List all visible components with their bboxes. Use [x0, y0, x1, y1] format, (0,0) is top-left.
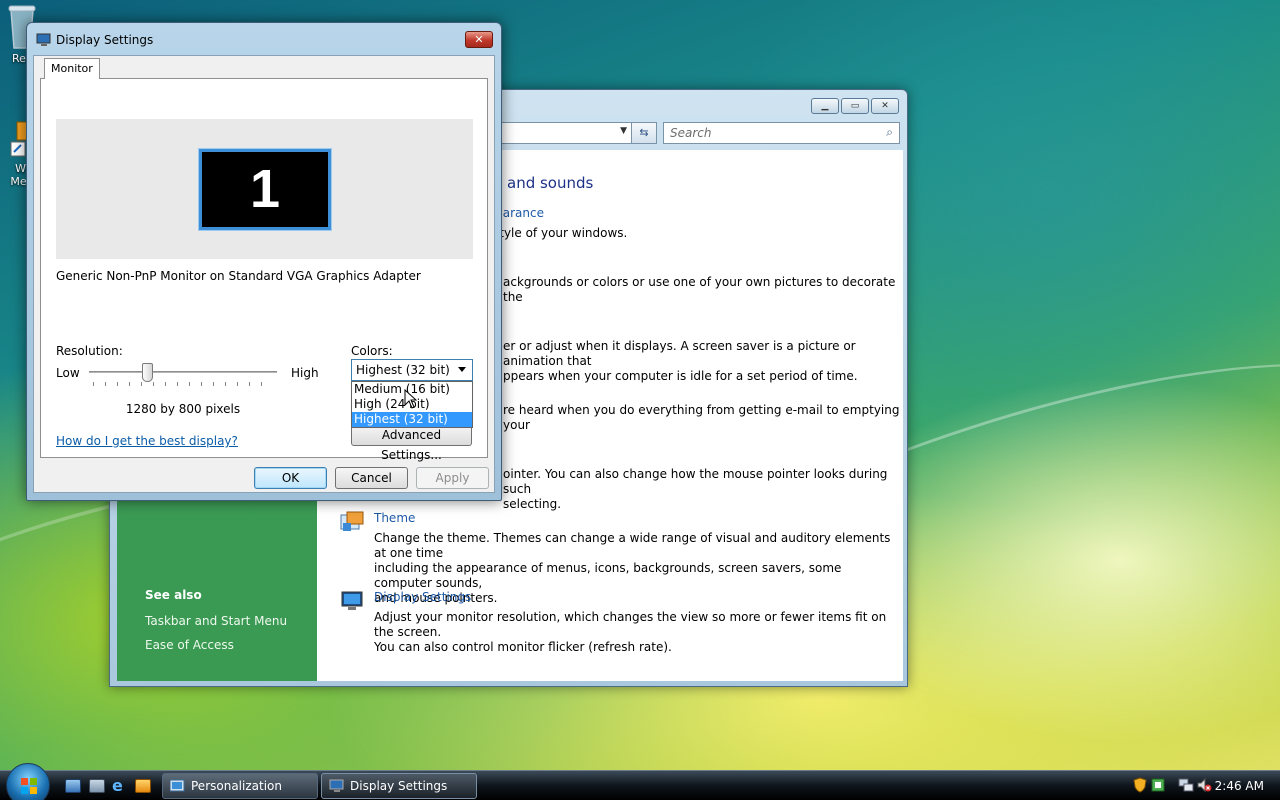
display-settings-dialog[interactable]: Display Settings ✕ Monitor 1 Generic Non…: [26, 22, 502, 501]
see-also-section: See also Taskbar and Start Menu Ease of …: [145, 588, 287, 662]
media-player-icon[interactable]: [135, 779, 151, 793]
security-shield-icon[interactable]: [1133, 777, 1147, 793]
help-link[interactable]: How do I get the best display?: [56, 434, 238, 448]
task-desc-screensaver: er or adjust when it displays. A screen …: [503, 339, 858, 383]
windows-logo-icon: [21, 778, 37, 794]
resolution-value: 1280 by 800 pixels: [125, 402, 241, 416]
colors-select-value: Highest (32 bit): [356, 363, 450, 377]
monitor-1-icon[interactable]: 1: [198, 148, 332, 231]
refresh-icon: ⇆: [639, 126, 649, 139]
monitor-preview-area: 1: [56, 119, 473, 259]
display-settings-icon: [329, 779, 344, 792]
search-icon[interactable]: ⌕: [886, 125, 893, 140]
taskbar-button-personalization[interactable]: Personalization: [162, 773, 318, 799]
colors-select[interactable]: Highest (32 bit): [351, 359, 473, 381]
tab-monitor[interactable]: Monitor: [44, 58, 100, 79]
resolution-slider-ticks: [93, 382, 273, 386]
switch-windows-icon[interactable]: [89, 779, 105, 793]
adapter-description: Generic Non-PnP Monitor on Standard VGA …: [56, 269, 421, 283]
monitor-tab-panel: 1 Generic Non-PnP Monitor on Standard VG…: [40, 78, 488, 462]
search-placeholder: Search: [670, 126, 712, 140]
task-desc-background: ackgrounds or colors or use one of your …: [503, 275, 896, 304]
taskbar-button-label: Personalization: [191, 779, 282, 793]
chevron-down-icon[interactable]: [458, 367, 466, 372]
window-caption-buttons: ▁ ▭ ✕: [811, 98, 899, 114]
taskbar: e Personalization Display Settings 2:46 …: [0, 763, 1280, 800]
resolution-high-label: High: [291, 366, 319, 380]
apply-button[interactable]: Apply: [416, 467, 489, 489]
task-desc-mouse-pointers: ointer. You can also change how the mous…: [503, 467, 888, 511]
maximize-button[interactable]: ▭: [841, 98, 869, 114]
resolution-slider-thumb[interactable]: [141, 363, 153, 382]
windows-update-icon[interactable]: [1151, 778, 1165, 792]
colors-label: Colors:: [351, 344, 393, 358]
see-also-heading: See also: [145, 588, 202, 602]
close-button[interactable]: ✕: [465, 31, 493, 48]
resolution-slider-track[interactable]: [89, 371, 277, 374]
dialog-client-area: Monitor 1 Generic Non-PnP Monitor on Sta…: [33, 55, 495, 493]
page-heading: and sounds: [507, 174, 594, 192]
refresh-button[interactable]: ⇆: [631, 122, 657, 144]
taskbar-button-label: Display Settings: [350, 779, 448, 793]
network-icon[interactable]: [1178, 777, 1194, 793]
dialog-title: Display Settings: [56, 33, 154, 47]
close-button[interactable]: ✕: [871, 98, 899, 114]
display-settings-app-icon: [36, 33, 51, 46]
clock[interactable]: 2:46 AM: [1215, 779, 1264, 793]
control-panel-icon: [170, 779, 185, 792]
system-tray: 2:46 AM: [1126, 771, 1280, 800]
show-desktop-icon[interactable]: [65, 779, 81, 793]
task-link-display-settings[interactable]: Display Settings: [374, 590, 471, 604]
theme-icon: [340, 511, 364, 531]
mouse-cursor-icon: [404, 389, 417, 409]
task-desc-display-settings: Adjust your monitor resolution, which ch…: [374, 610, 887, 654]
close-icon: ✕: [474, 33, 484, 46]
task-desc-appearance: style of your windows.: [493, 226, 628, 240]
see-also-link-taskbar[interactable]: Taskbar and Start Menu: [145, 614, 287, 628]
color-option-highest[interactable]: Highest (32 bit): [352, 412, 472, 427]
search-input[interactable]: Search ⌕: [663, 122, 900, 144]
resolution-low-label: Low: [56, 366, 80, 380]
chevron-down-icon[interactable]: ▼: [620, 126, 627, 136]
cancel-button[interactable]: Cancel: [335, 467, 408, 489]
volume-muted-icon[interactable]: [1196, 777, 1212, 793]
ok-button[interactable]: OK: [254, 467, 327, 489]
minimize-button[interactable]: ▁: [811, 98, 839, 114]
start-button[interactable]: [6, 763, 50, 800]
internet-explorer-icon[interactable]: e: [112, 778, 128, 794]
task-desc-sounds: re heard when you do everything from get…: [503, 403, 900, 432]
display-settings-icon: [341, 591, 363, 610]
see-also-link-ease-of-access[interactable]: Ease of Access: [145, 638, 287, 652]
task-link-theme[interactable]: Theme: [374, 511, 415, 525]
taskbar-button-display-settings[interactable]: Display Settings: [321, 773, 477, 799]
resolution-label: Resolution:: [56, 344, 123, 358]
